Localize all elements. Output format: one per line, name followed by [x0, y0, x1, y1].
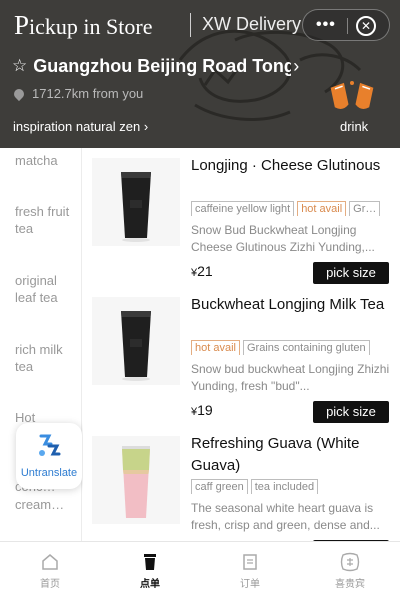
- product-image: [92, 436, 180, 524]
- product-card[interactable]: Refreshing Guava (White Guava) caff gree…: [83, 428, 400, 541]
- product-tag: tea included: [250, 479, 319, 494]
- translate-icon: [39, 434, 61, 456]
- home-icon: [42, 554, 58, 570]
- product-tags: caff green tea included: [191, 477, 396, 494]
- product-list: Longjing · Cheese Glutinous caffeine yel…: [83, 148, 400, 541]
- product-tag: hot avail: [297, 201, 347, 216]
- drink-label[interactable]: drink: [340, 119, 368, 134]
- inspiration-link[interactable]: inspiration natural zen ›: [13, 119, 148, 134]
- product-tags: hot avail Grains containing gluten: [191, 338, 396, 355]
- store-name: Guangzhou Beijing Road Tong: [33, 55, 292, 76]
- distance-row: 1712.7km from you: [11, 86, 144, 101]
- product-name: Longjing · Cheese Glutinous: [191, 157, 381, 174]
- product-card[interactable]: Longjing · Cheese Glutinous caffeine yel…: [83, 150, 400, 288]
- sidebar-item-cream[interactable]: cream…: [15, 496, 77, 513]
- close-icon[interactable]: ✕: [356, 16, 376, 36]
- product-image: [92, 297, 180, 385]
- distance-text: 1712.7km from you: [32, 86, 144, 101]
- product-tag: Grains containing gluten: [242, 340, 370, 355]
- sidebar-item-fresh-fruit-tea[interactable]: fresh fruit tea: [15, 203, 77, 237]
- product-name: Buckwheat Longjing Milk Tea: [191, 296, 385, 313]
- nav-vip[interactable]: 喜贵宾: [300, 542, 400, 600]
- miniprogram-capsule: ••• ✕: [302, 9, 390, 41]
- location-pin-icon: [11, 86, 27, 101]
- product-price: ¥21: [191, 263, 213, 279]
- delivery-tab[interactable]: XW Delivery: [202, 14, 312, 35]
- product-tag: Gr…: [349, 201, 381, 216]
- product-image: [92, 158, 180, 246]
- product-tag: caff green: [191, 479, 248, 494]
- order-icon: [243, 554, 257, 570]
- bottom-nav: 首页 点单 订单 喜贵宾: [0, 541, 400, 600]
- store-header: Pickup in Store XW Delivery ••• ✕ ☆ Guan…: [0, 0, 400, 148]
- store-selector[interactable]: ☆ Guangzhou Beijing Road Tong ›: [12, 54, 299, 78]
- product-description: Snow Bud Buckwheat Longjing Cheese Gluti…: [191, 223, 375, 254]
- nav-orders[interactable]: 订单: [200, 542, 300, 600]
- product-name: Refreshing Guava (White Guava): [191, 435, 360, 474]
- untranslate-button[interactable]: Untranslate: [16, 423, 82, 489]
- sidebar-item-original-leaf-tea[interactable]: original leaf tea: [15, 272, 77, 306]
- product-price: ¥19: [191, 402, 213, 418]
- product-card[interactable]: Buckwheat Longjing Milk Tea hot avail Gra…: [83, 289, 400, 427]
- sidebar-item-matcha[interactable]: matcha: [15, 152, 77, 169]
- product-description: The seasonal white heart guava is fresh,…: [191, 501, 380, 532]
- product-tag: hot avail: [191, 340, 240, 355]
- nav-home[interactable]: 首页: [0, 542, 100, 600]
- vip-icon: [340, 552, 360, 572]
- product-description: Snow bud buckwheat Longjing Zhizhi Yundi…: [191, 362, 390, 393]
- pickup-title[interactable]: Pickup in Store: [14, 10, 152, 41]
- cup-icon: [144, 554, 156, 570]
- nav-order[interactable]: 点单: [100, 542, 200, 600]
- star-icon[interactable]: ☆: [12, 56, 27, 76]
- chevron-right-icon: ›: [143, 119, 149, 134]
- chevron-right-icon: ›: [293, 55, 300, 76]
- title-divider: [190, 13, 191, 37]
- more-icon[interactable]: •••: [316, 16, 336, 34]
- capsule-divider: [347, 18, 348, 34]
- sidebar-item-rich-milk-tea[interactable]: rich milk tea: [15, 341, 77, 375]
- drink-cheers-icon[interactable]: [323, 80, 381, 116]
- pick-size-button[interactable]: pick size: [313, 262, 389, 284]
- product-tags: caffeine yellow light hot avail Gr…: [191, 199, 396, 216]
- product-tag: caffeine yellow light: [191, 201, 295, 216]
- pick-size-button[interactable]: pick size: [313, 401, 389, 423]
